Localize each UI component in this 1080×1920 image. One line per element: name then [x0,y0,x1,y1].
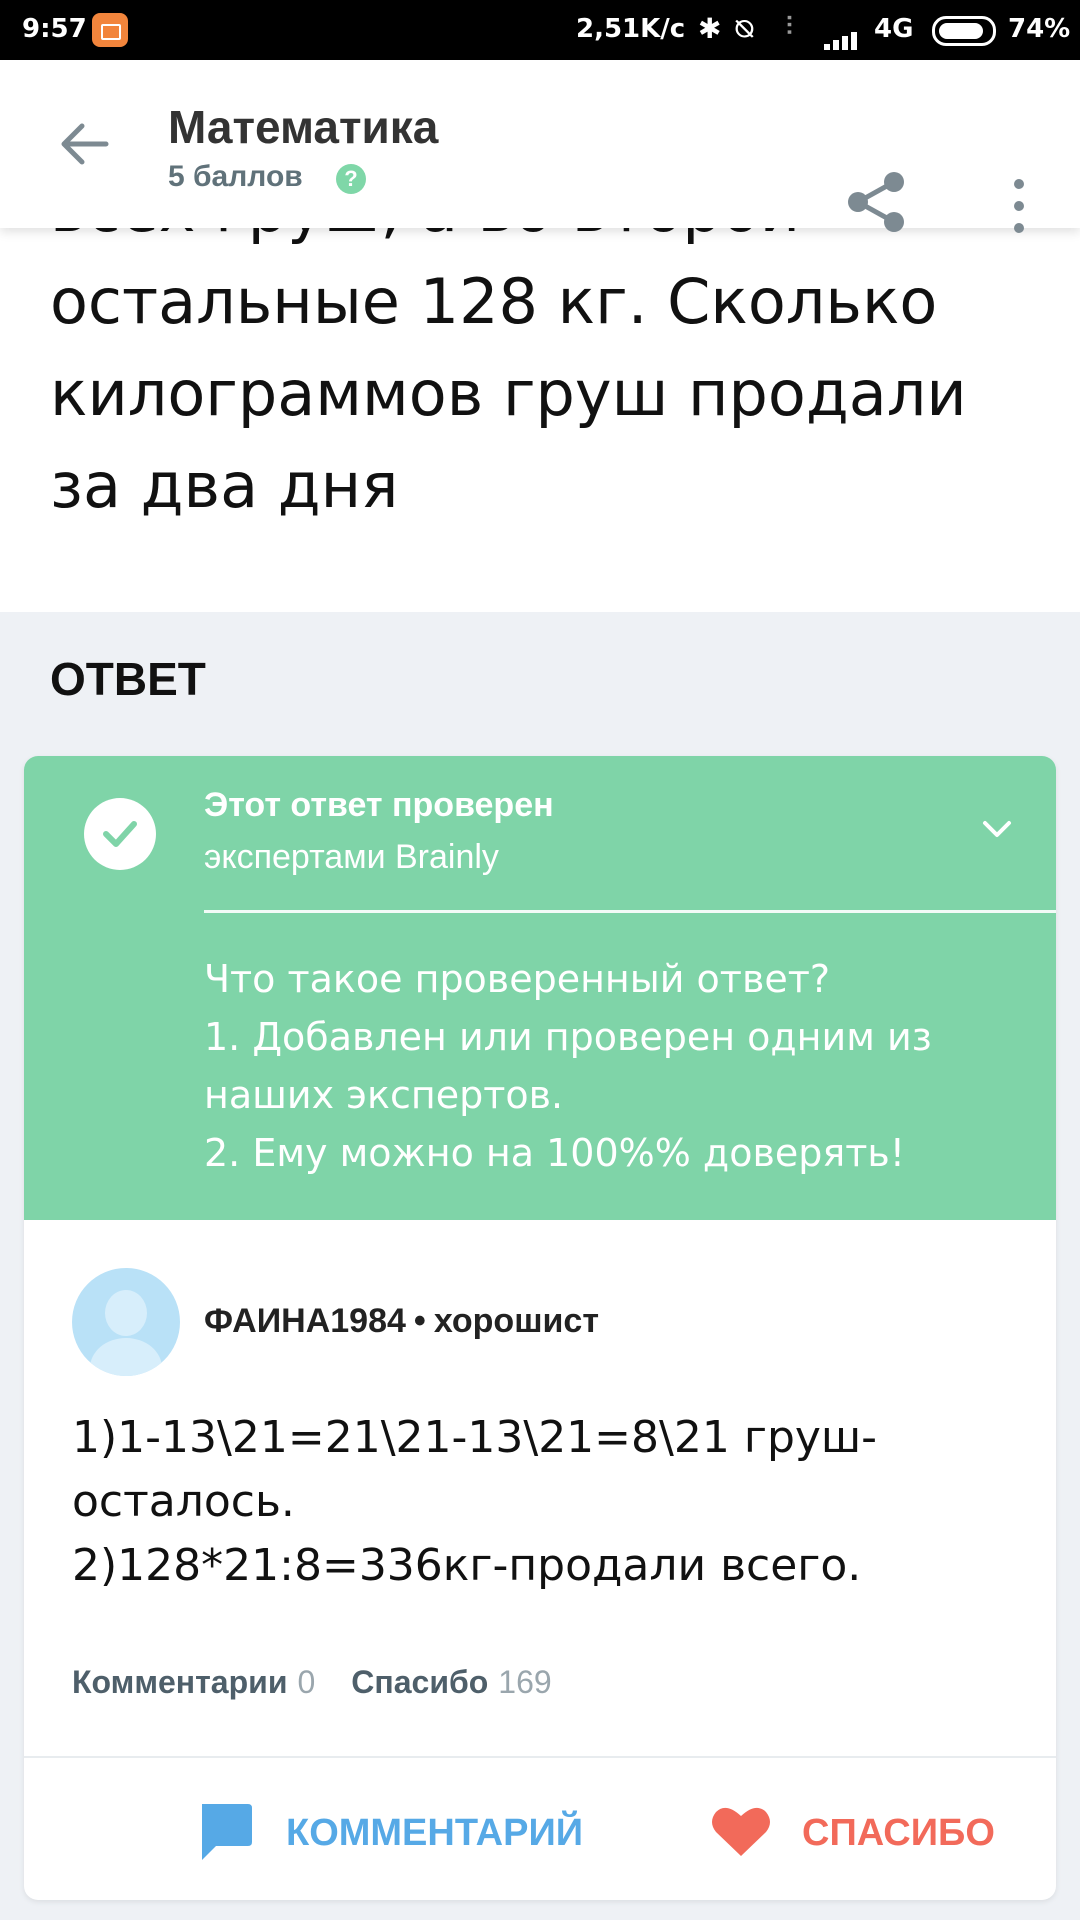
comment-button[interactable]: КОММЕНТАРИЙ [194,1792,634,1872]
status-battery: 74% [1008,14,1071,44]
screen-recorder-icon [92,13,128,47]
author-name: ФАИНА1984 [204,1302,406,1340]
battery-icon [932,16,996,46]
bluetooth-icon: ✱ [698,12,722,45]
verified-info: Что такое проверенный ответ? 1. Добавлен… [204,957,932,1175]
verified-subtitle: экспертами Brainly [204,838,499,876]
thanks-count: 169 [498,1664,552,1700]
author-rank: хорошист [433,1302,599,1340]
status-speed: 2,51K/c [576,14,686,44]
author-line[interactable]: ФАИНА1984 • хорошист [204,1302,599,1341]
app-header: Математика 5 баллов ? [0,60,1080,233]
question-panel: всех груш, а во второй- остальные 128 кг… [0,228,1080,612]
status-network: 4G [874,14,914,44]
verified-banner[interactable]: Этот ответ проверен экспертами Brainly Ч… [24,756,1056,1220]
comment-button-label: КОММЕНТАРИЙ [286,1812,584,1854]
thanks-button-label: СПАСИБО [802,1812,995,1854]
back-arrow-icon[interactable] [56,116,112,172]
comments-label[interactable]: Комментарии [72,1664,287,1700]
mute-icon: ⍉ [736,12,753,45]
status-time: 9:57 [22,14,87,44]
question-text: всех груш, а во второй- остальные 128 кг… [50,228,967,522]
answer-text: 1)1-13\21=21\21-13\21=8\21 груш-осталось… [72,1412,878,1591]
points-label: 5 баллов [168,160,303,193]
verified-title: Этот ответ проверен [204,786,554,824]
checkmark-icon [84,798,156,870]
signal-bars-icon [824,30,864,50]
signal-icon: ⫶ [786,12,793,42]
more-options-icon[interactable] [1004,176,1034,236]
chevron-down-icon[interactable] [980,812,1014,846]
page-title: Математика [168,101,439,153]
comment-bubble-icon [202,1804,252,1860]
comments-count: 0 [297,1664,316,1700]
author-separator: • [413,1302,426,1340]
status-bar: 9:57 2,51K/c ✱ ⍉ ⫶ 4G 74% [0,0,1080,60]
help-icon[interactable]: ? [336,164,366,194]
thanks-button[interactable]: СПАСИБО [710,1792,1030,1872]
thanks-label: Спасибо [351,1664,489,1700]
avatar[interactable] [72,1268,180,1376]
verified-divider [204,910,1056,913]
actions-divider [24,1756,1056,1758]
share-icon[interactable] [846,170,906,234]
heart-icon [712,1807,770,1856]
answer-heading: ОТВЕТ [50,653,206,705]
answer-stats: Комментарии 0 Спасибо 169 [72,1664,552,1701]
answer-card: Этот ответ проверен экспертами Brainly Ч… [24,756,1056,1900]
